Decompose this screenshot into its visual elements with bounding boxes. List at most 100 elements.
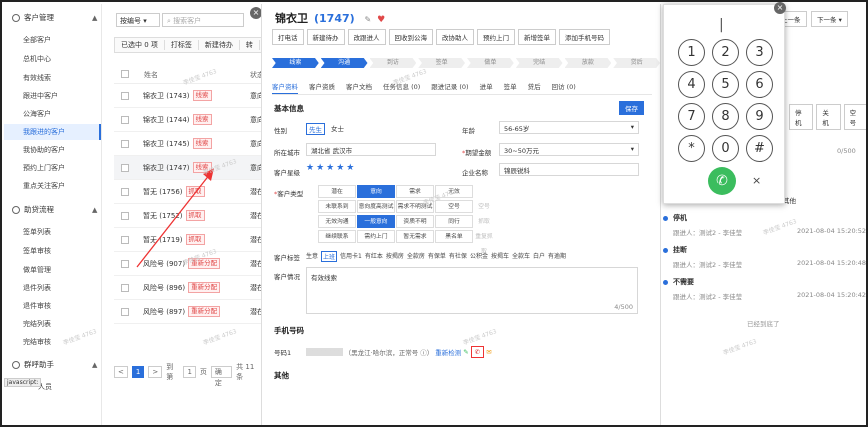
confirm-page-button[interactable]: 确定 bbox=[210, 366, 233, 387]
row-checkbox[interactable] bbox=[121, 115, 129, 124]
tab-profile[interactable]: 客户资料 bbox=[272, 81, 298, 94]
row-checkbox[interactable] bbox=[121, 211, 129, 220]
customer-tag[interactable]: 全款房 bbox=[407, 251, 425, 262]
add-phone-button[interactable]: 添加手机号码 bbox=[559, 29, 610, 45]
next-record-button[interactable]: 下一条 ▾ bbox=[811, 11, 848, 27]
dial-key[interactable]: 4 bbox=[678, 71, 705, 98]
row-checkbox[interactable] bbox=[121, 163, 129, 172]
row-checkbox[interactable] bbox=[121, 259, 129, 268]
new-todo-button[interactable]: 新建待办 bbox=[199, 40, 240, 50]
customer-type-option[interactable]: 一般意向 bbox=[357, 215, 395, 228]
tag-button[interactable]: 打标签 bbox=[165, 40, 199, 50]
customer-tag[interactable]: 按揭车 bbox=[491, 251, 509, 262]
dial-key[interactable]: 0 bbox=[712, 135, 739, 162]
dial-key[interactable]: 2 bbox=[712, 39, 739, 66]
company-input[interactable]: 锦辰锐科 bbox=[499, 163, 639, 176]
customer-tag[interactable]: 有社保 bbox=[449, 251, 467, 262]
step-after-loan[interactable]: 贷后 bbox=[613, 58, 660, 68]
sidebar-item-returns[interactable]: 退件列表 bbox=[4, 280, 101, 296]
customer-tag[interactable]: 有逾期 bbox=[548, 251, 566, 262]
customer-tag[interactable]: 有红本 bbox=[365, 251, 383, 262]
sidebar-item-my-customers[interactable]: 我跟进的客户 bbox=[4, 124, 101, 140]
tab-qualification[interactable]: 客户资质 bbox=[309, 81, 335, 94]
dial-clear-button[interactable]: × bbox=[752, 174, 761, 187]
customer-type-option[interactable]: 未联系到 bbox=[318, 200, 356, 213]
recycle-pool-button[interactable]: 回收到公海 bbox=[388, 29, 433, 45]
result-off-button[interactable]: 关机 bbox=[816, 104, 841, 130]
customer-tag[interactable]: 公积金 bbox=[470, 251, 488, 262]
heart-icon[interactable]: ♥ bbox=[377, 15, 385, 25]
dial-key[interactable]: 9 bbox=[746, 103, 773, 130]
customer-tag[interactable]: 生意 bbox=[306, 251, 318, 262]
table-row[interactable]: 风险号 (896) 重新分配 潜在 bbox=[114, 276, 274, 300]
edit-icon[interactable]: ✎ bbox=[365, 15, 372, 24]
page-input[interactable]: 1 bbox=[183, 366, 196, 378]
sidebar-item-all[interactable]: 全部客户 bbox=[4, 32, 101, 48]
step-sign[interactable]: 签单 bbox=[418, 58, 465, 68]
step-process[interactable]: 做单 bbox=[467, 58, 514, 68]
save-button[interactable]: 保存 bbox=[619, 101, 644, 115]
row-checkbox[interactable] bbox=[121, 235, 129, 244]
loan-amount-select[interactable]: 30~50万元 ▾ bbox=[499, 143, 639, 156]
dial-key[interactable]: 1 bbox=[678, 39, 705, 66]
star-rating[interactable]: ★★★★★ bbox=[306, 163, 356, 173]
customer-type-option[interactable]: 继续联系 bbox=[318, 230, 356, 243]
step-lead[interactable]: 线索 bbox=[272, 58, 319, 68]
close-dialpad-icon[interactable]: × bbox=[774, 2, 786, 14]
tab-sign[interactable]: 签单 bbox=[504, 81, 517, 94]
row-name[interactable]: 风险号 (896) bbox=[143, 283, 185, 293]
customer-type-option[interactable]: 无效沟通 bbox=[318, 215, 356, 228]
sidebar-item-leads[interactable]: 有效线索 bbox=[4, 70, 101, 86]
city-select[interactable]: 湖北省 武汉市 bbox=[306, 143, 436, 156]
tab-follow-records[interactable]: 跟进记录 (0) bbox=[431, 81, 468, 94]
change-assistant-button[interactable]: 改协助人 bbox=[436, 29, 474, 45]
customer-tag[interactable]: 按揭房 bbox=[386, 251, 404, 262]
sidebar-item-focus[interactable]: 重点关注客户 bbox=[4, 178, 101, 194]
recheck-link[interactable]: 重新检测 bbox=[435, 347, 461, 357]
row-name[interactable]: 锦衣卫 (1744) bbox=[143, 115, 190, 125]
dial-key[interactable]: 8 bbox=[712, 103, 739, 130]
customer-type-option[interactable]: 意向 bbox=[357, 185, 395, 198]
customer-type-option[interactable]: 潜在 bbox=[318, 185, 356, 198]
dial-key[interactable]: 7 bbox=[678, 103, 705, 130]
change-follower-button[interactable]: 改跟进人 bbox=[347, 29, 386, 45]
tab-documents[interactable]: 客户文档 bbox=[346, 81, 372, 94]
search-type-select[interactable]: 按编号 ▾ bbox=[116, 13, 160, 27]
step-loan[interactable]: 放款 bbox=[564, 58, 612, 68]
row-checkbox[interactable] bbox=[121, 139, 129, 148]
customer-tag[interactable]: 白户 bbox=[533, 251, 545, 262]
customer-tag[interactable]: 信用卡1 bbox=[340, 251, 362, 262]
table-row[interactable]: 风险号 (897) 重新分配 潜在 bbox=[114, 300, 274, 324]
customer-tag[interactable]: 全款车 bbox=[512, 251, 530, 262]
row-name[interactable]: 锦衣卫 (1745) bbox=[143, 139, 190, 149]
next-page-button[interactable]: > bbox=[148, 366, 163, 378]
sidebar-item-sign-list[interactable]: 签单列表 bbox=[4, 224, 101, 240]
select-all-checkbox[interactable] bbox=[121, 70, 129, 78]
customer-type-option[interactable]: 空号 bbox=[435, 200, 473, 213]
search-input[interactable]: ⌕ 搜索客户 bbox=[162, 13, 244, 27]
customer-tag[interactable]: 上班 bbox=[321, 251, 338, 262]
page-1-button[interactable]: 1 bbox=[131, 366, 145, 378]
mail-icon[interactable]: ✉ bbox=[486, 348, 491, 356]
dial-key[interactable]: * bbox=[678, 135, 705, 162]
situation-textarea[interactable]: 有效线索 4/500 bbox=[306, 267, 638, 314]
table-row[interactable]: 锦衣卫 (1744) 线索 意向 bbox=[114, 108, 274, 132]
customer-type-option[interactable]: 需约上门 bbox=[357, 230, 395, 243]
sms-icon[interactable]: ✎ bbox=[463, 348, 468, 356]
table-row[interactable]: 锦衣卫 (1745) 线索 意向 bbox=[114, 132, 274, 156]
row-checkbox[interactable] bbox=[121, 91, 129, 100]
tab-orders[interactable]: 进单 bbox=[480, 81, 493, 94]
sidebar-item-assisting[interactable]: 我协助的客户 bbox=[4, 142, 101, 158]
age-select[interactable]: 56-65岁 ▾ bbox=[499, 121, 639, 134]
row-checkbox[interactable] bbox=[121, 283, 129, 292]
tab-after-loan[interactable]: 贷后 bbox=[528, 81, 541, 94]
sidebar-section-group-call[interactable]: 群呼助手 ▲ bbox=[12, 359, 97, 370]
customer-tag[interactable]: 有保单 bbox=[428, 251, 446, 262]
gender-female-radio[interactable]: 女士 bbox=[331, 123, 344, 135]
call-button[interactable]: 打电话 bbox=[272, 29, 304, 45]
customer-type-option[interactable]: 意向度高测试 bbox=[357, 200, 395, 213]
row-name[interactable]: 风险号 (897) bbox=[143, 307, 185, 317]
new-todo-button[interactable]: 新建待办 bbox=[306, 29, 345, 45]
new-sign-button[interactable]: 新增签单 bbox=[518, 29, 556, 45]
dial-key[interactable]: 5 bbox=[712, 71, 739, 98]
